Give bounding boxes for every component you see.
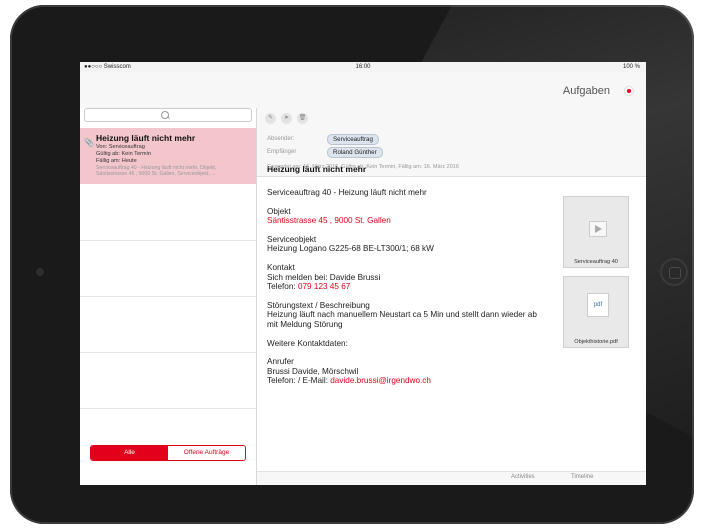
sender-chip[interactable]: Serviceauftrag — [327, 134, 379, 145]
attachment-pdf[interactable]: pdf Objekthistorie.pdf — [563, 276, 629, 348]
objekt-label: Objekt — [267, 206, 291, 216]
item-due: Fällig am: Heute — [96, 157, 137, 164]
task-list-pane: 📎 Heizung läuft nicht mehr Von: Servicea… — [80, 108, 257, 485]
kontakt-label: Kontakt — [267, 262, 295, 272]
stoerung-text: Heizung läuft nach manuellem Neustart ca… — [267, 310, 537, 329]
serviceobjekt-label: Serviceobjekt — [267, 234, 317, 244]
filter-segmented-control: Alle Offene Aufträge — [90, 445, 246, 461]
tel-email-label: Telefon: / E-Mail: — [267, 376, 331, 386]
telefon-link[interactable]: 079 123 45 67 — [298, 282, 350, 291]
body-line-1: Serviceauftrag 40 - Heizung läuft nicht … — [267, 188, 427, 197]
anrufer-value: Brussi Davide, Mörschwil — [267, 366, 359, 376]
filter-open-button[interactable]: Offene Aufträge — [168, 446, 245, 460]
telefon-label: Telefon: — [267, 282, 298, 292]
list-divider — [80, 296, 256, 297]
attachment-video[interactable]: Serviceauftrag 40 — [563, 196, 629, 268]
tablet-frame: ●●○○○ Swisscom 16:00 100 % Aufgaben 📎 He… — [10, 5, 694, 524]
item-from: Von: Serviceauftrag — [96, 144, 145, 150]
battery-label: 100 % — [622, 64, 640, 70]
attachment-label: Objekthistorie.pdf — [574, 339, 618, 345]
search-input[interactable] — [84, 108, 252, 122]
list-divider — [80, 240, 256, 241]
telefon-row: Telefon: 079 123 45 67 — [267, 282, 563, 292]
nav-bar: Aufgaben — [80, 72, 646, 108]
status-bar: ●●○○○ Swisscom 16:00 100 % — [80, 62, 646, 72]
message-body: Serviceauftrag 40 - Heizung läuft nicht … — [267, 188, 563, 386]
bottom-tabs: Activities Timeline — [257, 471, 646, 485]
sent-info: Gesendet am: 16. März 2016, Gültig ab: K… — [267, 164, 459, 170]
delete-icon[interactable]: 🗑 — [297, 113, 308, 124]
item-valid-from: Gültig ab: Kein Termin — [96, 150, 151, 157]
stoerung-label: Störungstext / Beschreibung — [267, 300, 370, 310]
tab-timeline[interactable]: Timeline — [571, 474, 593, 480]
attachment-label: Serviceauftrag 40 — [574, 259, 618, 265]
search-icon — [161, 111, 169, 119]
weitere-kontaktdaten-label: Weitere Kontaktdaten: — [267, 338, 348, 348]
page-title: Aufgaben — [562, 85, 610, 97]
filter-all-button[interactable]: Alle — [91, 446, 168, 460]
detail-pane: ✎ ➤ 🗑 Absender: Serviceauftrag Empfänger… — [257, 108, 646, 485]
list-divider — [80, 408, 256, 409]
list-divider — [80, 352, 256, 353]
anrufer-label: Anrufer — [267, 357, 294, 367]
list-item[interactable]: 📎 Heizung läuft nicht mehr Von: Servicea… — [80, 128, 256, 184]
forward-icon[interactable]: ➤ — [281, 113, 292, 124]
objekt-address-link[interactable]: Säntisstrasse 45 , 9000 St. Gallen — [267, 216, 563, 226]
front-camera — [36, 268, 44, 276]
kontakt-value: Sich melden bei: Davide Brussi — [267, 272, 381, 282]
paperclip-icon: 📎 — [84, 138, 94, 147]
email-link[interactable]: davide.brussi@irgendwo.ch — [330, 376, 431, 385]
tab-activities[interactable]: Activities — [511, 474, 535, 480]
item-preview-line-2: Säntisstrasse 45 , 9000 St. Gallen, Serv… — [96, 171, 216, 177]
play-icon — [589, 221, 607, 237]
tel-email-row: Telefon: / E-Mail: davide.brussi@irgendw… — [267, 376, 563, 386]
recipient-label: Empfänger — [267, 149, 297, 155]
sender-label: Absender: — [267, 136, 295, 142]
edit-icon[interactable]: ✎ — [265, 113, 276, 124]
home-button[interactable] — [660, 258, 688, 286]
record-icon[interactable] — [624, 86, 634, 96]
item-preview: Serviceauftrag 40 - Heizung läuft nicht … — [96, 165, 252, 177]
serviceobjekt-value: Heizung Logano G225-68 BE-LT300/1; 68 kW — [267, 244, 434, 254]
pdf-icon: pdf — [587, 293, 609, 317]
detail-toolbar: ✎ ➤ 🗑 — [257, 108, 646, 130]
app-screen: ●●○○○ Swisscom 16:00 100 % Aufgaben 📎 He… — [80, 62, 646, 485]
item-meta: Von: Serviceauftrag Gültig ab: Kein Term… — [96, 144, 151, 164]
clock: 16:00 — [355, 64, 371, 70]
recipient-chip[interactable]: Roland Günther — [327, 147, 383, 158]
item-title: Heizung läuft nicht mehr — [96, 133, 196, 143]
